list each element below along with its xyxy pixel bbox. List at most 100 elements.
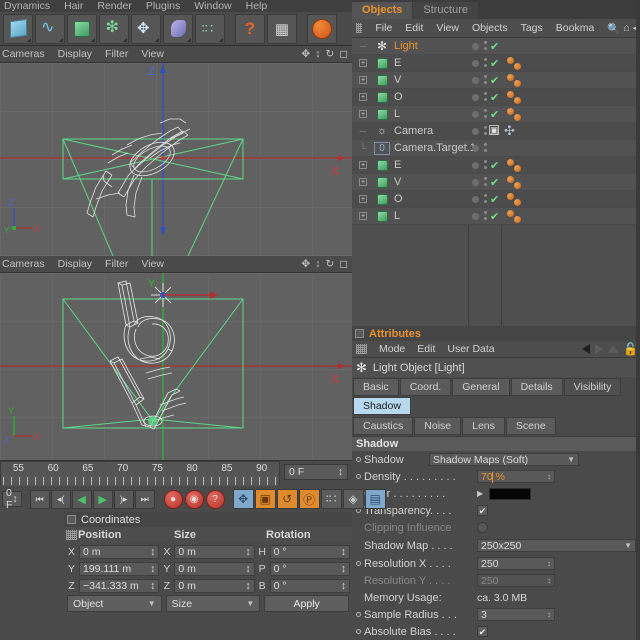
vp1-menu-view[interactable]: View <box>141 48 164 60</box>
tab-details[interactable]: Details <box>510 378 563 396</box>
stepper-icon[interactable]: ↕ <box>338 466 343 478</box>
position-y-input[interactable]: 199.111 m ↕ <box>79 561 160 576</box>
objmenu-file[interactable]: File <box>375 22 392 34</box>
visibility-render-dot-b[interactable] <box>484 132 487 135</box>
nav-back-icon[interactable] <box>582 344 591 354</box>
material-tag-icon[interactable] <box>507 74 514 81</box>
vp2-menu-filter[interactable]: Filter <box>105 258 128 270</box>
keyframe-help-icon[interactable]: ? <box>205 489 225 509</box>
color-swatch[interactable] <box>489 487 532 500</box>
enable-check-icon[interactable]: ✔ <box>490 57 499 70</box>
sample-radius-row[interactable]: Sample Radius . . . 3 ↕ <box>352 606 640 623</box>
attributes-menubar[interactable]: Mode Edit User Data 🔓 <box>352 341 640 358</box>
vp2-menu-cameras[interactable]: Cameras <box>2 258 45 270</box>
enable-check-icon[interactable]: ✔ <box>490 108 499 121</box>
end-frame-field[interactable]: 0 F ↕ <box>284 464 348 480</box>
position-z-input[interactable]: −341.333 m ↕ <box>79 578 160 593</box>
visibility-render-dot-b[interactable] <box>484 64 487 67</box>
enable-check-icon[interactable]: ✔ <box>490 74 499 87</box>
expand-toggle[interactable]: + <box>352 195 374 203</box>
material-tag-icon-2[interactable] <box>514 97 521 104</box>
material-tag-icon-2[interactable] <box>514 165 521 172</box>
expand-toggle[interactable]: + <box>352 178 374 186</box>
visibility-editor-dot[interactable] <box>472 77 479 84</box>
vp1-menu-display[interactable]: Display <box>58 48 92 60</box>
shadow-type-dropdown[interactable]: Shadow Maps (Soft) ▼ <box>429 453 579 466</box>
vp1-menu-cameras[interactable]: Cameras <box>2 48 45 60</box>
coordinates-row-y[interactable]: Y 199.111 m ↕ Y 0 m ↕ P 0 ° ↕ <box>64 560 352 577</box>
table-row[interactable]: + O ✔ <box>352 191 640 208</box>
object-tree[interactable]: ─ ✻ Light ✔ + E ✔ + V ✔ + O ✔ + L ✔ ─ ☼ … <box>352 38 640 326</box>
tab-objects[interactable]: Objects <box>352 2 413 19</box>
stepper-icon[interactable]: ↕ <box>12 493 17 505</box>
drag-handle-icon[interactable] <box>356 344 367 354</box>
step-forward-icon[interactable]: )▸ <box>113 489 134 509</box>
object-name[interactable]: E <box>394 159 401 171</box>
go-start-icon[interactable]: ⏮ <box>29 489 50 509</box>
tab-lens[interactable]: Lens <box>462 417 505 435</box>
objmenu-bookmarks[interactable]: Bookma <box>556 22 595 34</box>
vp2-zoom-icon[interactable]: ↕ <box>315 258 320 270</box>
attributes-tabs-row2[interactable]: Caustics Noise Lens Scene <box>352 416 640 436</box>
material-tag-icon[interactable] <box>507 210 514 217</box>
visibility-render-dot-a[interactable] <box>484 211 487 214</box>
object-name[interactable]: L <box>394 210 400 222</box>
object-manager-tabs[interactable]: Objects Structure <box>352 0 640 19</box>
resolution-x-row[interactable]: Resolution X . . . . 250 ↕ <box>352 555 640 572</box>
play-icon[interactable]: ▶ <box>92 489 113 509</box>
drag-handle-icon[interactable] <box>64 530 78 540</box>
material-tag-icon[interactable] <box>507 159 514 166</box>
vp1-menu-filter[interactable]: Filter <box>105 48 128 60</box>
visibility-render-dot-a[interactable] <box>484 143 487 146</box>
param-icon[interactable]: Ⓟ <box>298 489 320 509</box>
table-row[interactable]: + E ✔ <box>352 55 640 72</box>
object-manager-menubar[interactable]: File Edit View Objects Tags Bookma 🔍 ⌂ ◂ <box>352 19 640 38</box>
object-name[interactable]: V <box>394 74 401 86</box>
objmenu-tags[interactable]: Tags <box>521 22 543 34</box>
vp2-maximize-icon[interactable]: ◻ <box>339 258 348 270</box>
transparency-checkbox[interactable]: ✔ <box>477 505 488 516</box>
scale-icon[interactable]: ▣ <box>254 489 276 509</box>
resolution-x-input[interactable]: 250 ↕ <box>477 557 555 570</box>
viewport-front[interactable]: Cameras Display Filter View ✥ ↕ ↻ ◻ X Y <box>0 256 352 460</box>
transform-tools[interactable]: ✥ ▣ ↺ Ⓟ ∶∷ ◈ ▤ <box>232 489 386 509</box>
move-icon[interactable]: ✥ <box>232 489 254 509</box>
visibility-render-dot-a[interactable] <box>484 75 487 78</box>
cube-icon[interactable] <box>3 13 33 44</box>
home-icon[interactable]: ⌂ <box>623 22 629 34</box>
enable-check-icon[interactable]: ✔ <box>490 176 499 189</box>
transparency-row[interactable]: Transparency. . . . ✔ <box>352 502 640 519</box>
target-tag-icon[interactable]: ✣ <box>504 124 515 137</box>
coordinates-buttons[interactable]: Object ▼ Size ▼ Apply <box>64 594 352 614</box>
autokey-icon[interactable]: ◉ <box>184 489 204 509</box>
coordinate-mode-dropdown[interactable]: Object ▼ <box>67 595 162 612</box>
viewport-front-canvas[interactable]: X Y Y X Z <box>0 273 352 460</box>
visibility-render-dot-b[interactable] <box>484 81 487 84</box>
timeline-ruler[interactable]: 55 60 65 70 75 80 85 90 <box>0 461 280 487</box>
tab-visibility[interactable]: Visibility <box>563 378 622 396</box>
timeline-bar[interactable]: 55 60 65 70 75 80 85 90 0 F ↕ <box>0 460 352 487</box>
viewport-front-menubar[interactable]: Cameras Display Filter View ✥ ↕ ↻ ◻ <box>0 256 352 273</box>
attributes-tabs[interactable]: Basic Coord. General Details Visibility … <box>352 377 640 416</box>
table-row[interactable]: + V ✔ <box>352 174 640 191</box>
density-input[interactable]: 70 % ↕ <box>477 470 555 483</box>
size-y-input[interactable]: 0 m ↕ <box>174 561 255 576</box>
bend-icon[interactable] <box>163 13 193 44</box>
object-name[interactable]: L <box>394 108 400 120</box>
visibility-render-dot-b[interactable] <box>484 217 487 220</box>
visibility-editor-dot[interactable] <box>472 196 479 203</box>
apply-button[interactable]: Apply <box>264 595 350 612</box>
visibility-editor-dot[interactable] <box>472 145 479 152</box>
help-table-icon[interactable]: ▦ <box>267 13 297 44</box>
object-name[interactable]: V <box>394 176 401 188</box>
expand-toggle[interactable]: + <box>352 93 374 101</box>
object-name[interactable]: Camera <box>394 125 433 137</box>
enable-check-icon[interactable]: ✔ <box>490 159 499 172</box>
record-controls[interactable]: ● ◉ ? <box>163 489 225 509</box>
stepper-icon[interactable]: ↕ <box>547 610 551 619</box>
spline-icon[interactable]: ∿ <box>35 13 65 44</box>
material-tag-icon[interactable] <box>507 193 514 200</box>
playback-toolbar[interactable]: 0 F ↕ ⏮ ◂( ◀ ▶ )▸ ⏭ ● ◉ ? ✥ ▣ ↺ Ⓟ ∶∷ ◈ ▤ <box>0 486 386 512</box>
menu-window[interactable]: Window <box>194 0 231 12</box>
rotate-icon[interactable]: ↺ <box>276 489 298 509</box>
